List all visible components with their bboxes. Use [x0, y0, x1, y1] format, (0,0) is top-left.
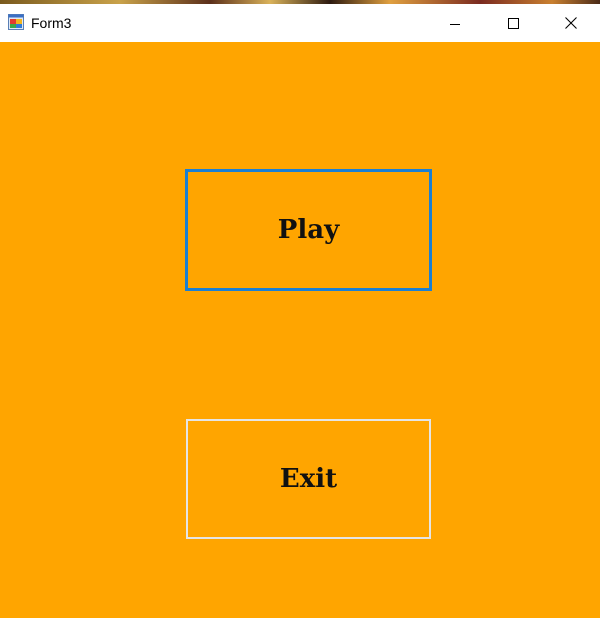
app-icon: [8, 14, 24, 30]
play-button-label: Play: [277, 215, 340, 245]
maximize-button[interactable]: [484, 4, 542, 42]
maximize-icon: [507, 14, 519, 33]
close-icon: [565, 14, 577, 33]
close-button[interactable]: [542, 4, 600, 42]
form-client-area: Play Exit: [0, 42, 600, 618]
minimize-icon: [450, 14, 460, 33]
window-title: Form3: [31, 15, 72, 31]
exit-button[interactable]: Exit: [186, 419, 431, 539]
play-button[interactable]: Play: [185, 169, 432, 291]
form-window: Form3 Play Exit: [0, 4, 600, 618]
exit-button-label: Exit: [279, 464, 338, 494]
minimize-button[interactable]: [426, 4, 484, 42]
title-bar[interactable]: Form3: [0, 4, 600, 42]
